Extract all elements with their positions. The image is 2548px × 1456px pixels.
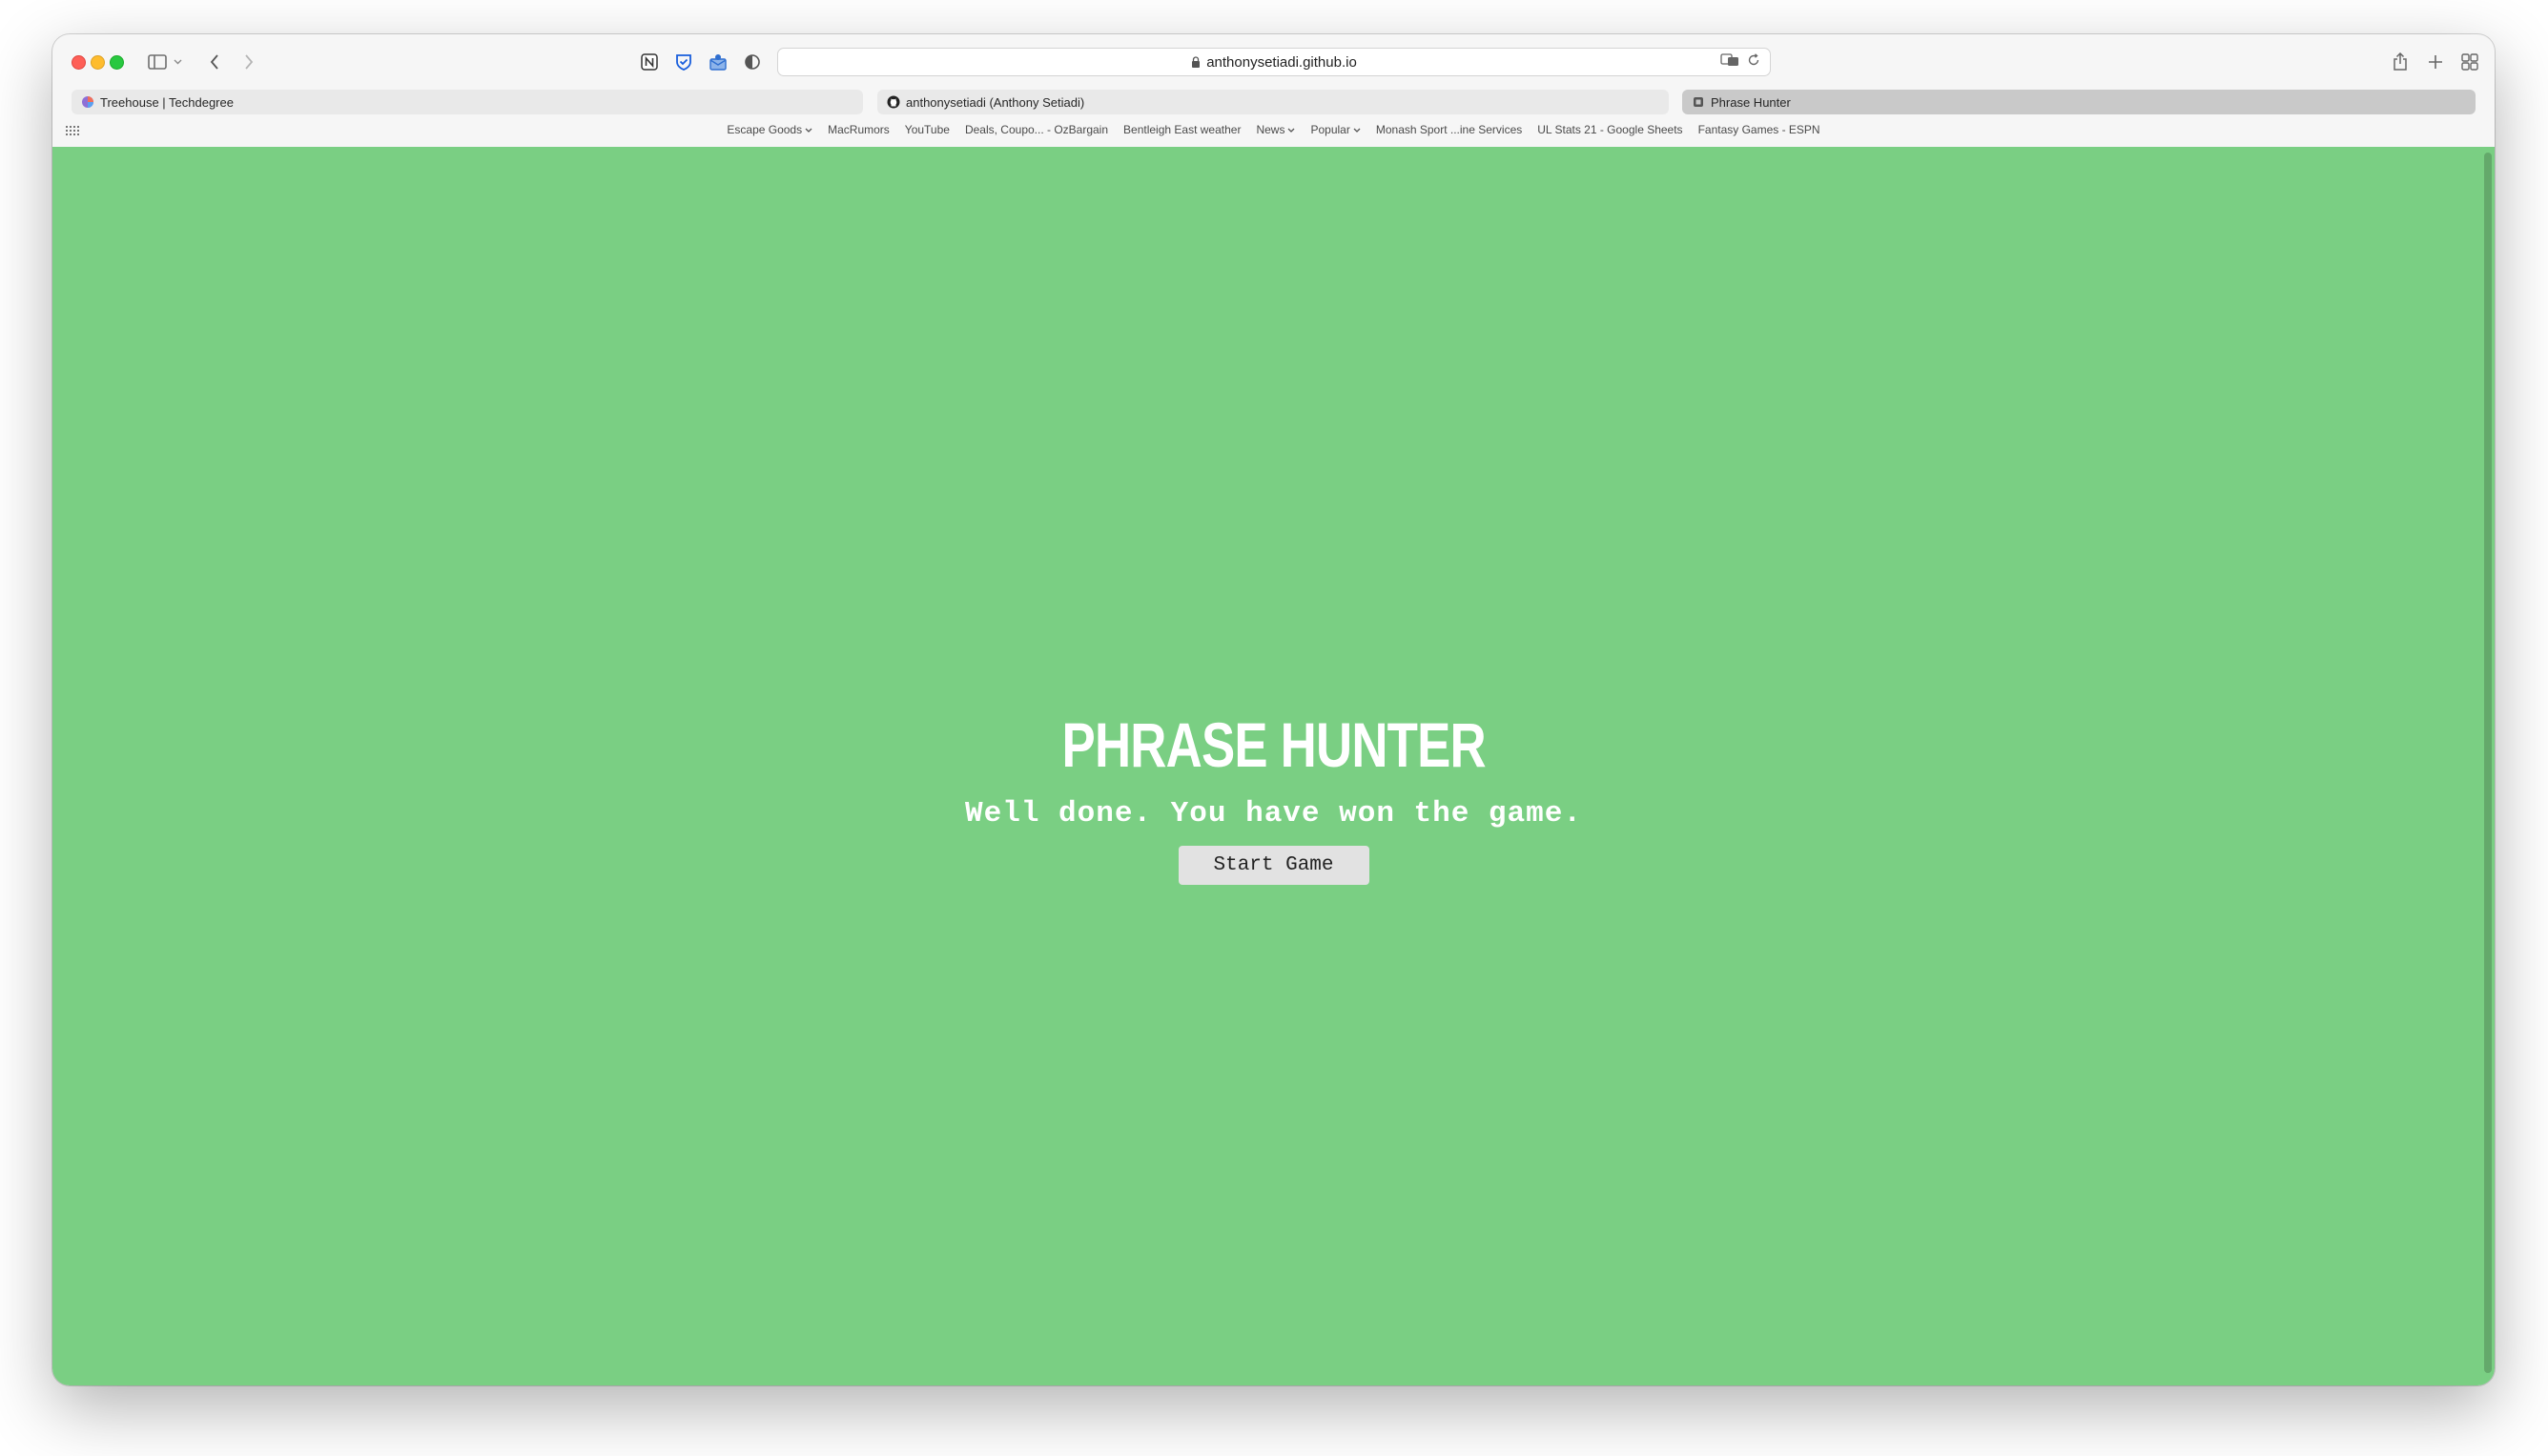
address-bar[interactable]: anthonysetiadi.github.io (777, 48, 1771, 76)
back-icon[interactable] (205, 51, 224, 73)
tab-title: Phrase Hunter (1711, 94, 1791, 110)
favorite-label: News (1256, 123, 1285, 136)
favorite-label: Monash Sport ...ine Services (1375, 123, 1523, 136)
lock-icon (1192, 56, 1201, 68)
favorite-item[interactable]: Bentleigh East weather (1123, 123, 1241, 136)
toolbar: anthonysetiadi.github.io (52, 34, 2495, 87)
close-window-button[interactable] (72, 55, 86, 70)
chevron-down-icon (1287, 123, 1295, 136)
address-url: anthonysetiadi.github.io (1206, 53, 1357, 71)
tab-github[interactable]: anthonysetiadi (Anthony Setiadi) (877, 90, 1669, 114)
favorite-label: YouTube (904, 123, 950, 136)
tab-treehouse[interactable]: Treehouse | Techdegree (72, 90, 863, 114)
favorite-item[interactable]: Escape Goods (727, 123, 812, 136)
favorite-item[interactable]: YouTube (905, 123, 950, 136)
new-tab-icon[interactable] (2424, 51, 2447, 73)
tab-title: anthonysetiadi (Anthony Setiadi) (906, 94, 1085, 110)
tab-title: Treehouse | Techdegree (100, 94, 234, 110)
favorite-label: Escape Goods (727, 123, 803, 136)
github-favicon-icon (887, 95, 900, 109)
favorite-label: Bentleigh East weather (1123, 123, 1242, 136)
forward-icon[interactable] (239, 51, 258, 73)
translate-icon[interactable] (1720, 53, 1739, 71)
favorite-label: MacRumors (828, 123, 890, 136)
share-icon[interactable] (2389, 51, 2412, 73)
tab-phrase-hunter[interactable]: Phrase Hunter (1682, 90, 2476, 114)
favorites-list: Escape Goods MacRumors YouTube Deals, Coupo… (52, 117, 2495, 142)
favorite-label: Fantasy Games - ESPN (1697, 123, 1820, 136)
chevron-down-icon (1353, 123, 1361, 136)
minimize-window-button[interactable] (91, 55, 105, 70)
page-favicon-icon (1692, 95, 1705, 109)
page-content: PHRASE HUNTER Well done. You have won th… (52, 147, 2495, 1385)
favorites-bar: Escape Goods MacRumors YouTube Deals, Coupo… (52, 117, 2495, 142)
maximize-window-button[interactable] (110, 55, 124, 70)
favorite-item[interactable]: News (1256, 123, 1295, 136)
favorite-item[interactable]: Deals, Coupo... - OzBargain (965, 123, 1108, 136)
notion-extension-icon[interactable] (638, 51, 661, 73)
start-game-button[interactable]: Start Game (1178, 846, 1369, 885)
treehouse-favicon-icon (81, 95, 94, 109)
favorite-label: Deals, Coupo... - OzBargain (964, 123, 1109, 136)
favorite-item[interactable]: Fantasy Games - ESPN (1698, 123, 1820, 136)
tab-overview-icon[interactable] (2458, 51, 2481, 73)
browser-window: anthonysetiadi.github.io Treehouse | Tec… (52, 34, 2495, 1385)
game-overlay: PHRASE HUNTER Well done. You have won th… (52, 711, 2495, 885)
game-over-message: Well done. You have won the game. (965, 797, 1582, 831)
chevron-down-icon[interactable] (172, 51, 183, 73)
scrollbar[interactable] (2484, 153, 2492, 1373)
favorite-item[interactable]: Monash Sport ...ine Services (1376, 123, 1522, 136)
privacy-shield-icon[interactable] (741, 51, 764, 73)
favorite-item[interactable]: Popular (1310, 123, 1361, 136)
mail-extension-icon[interactable] (707, 51, 729, 73)
tab-bar: Treehouse | Techdegree anthonysetiadi (A… (52, 87, 2495, 117)
bitwarden-extension-icon[interactable] (672, 51, 695, 73)
chevron-down-icon (805, 123, 812, 136)
favorite-label: UL Stats 21 - Google Sheets (1537, 123, 1683, 136)
favorite-item[interactable]: MacRumors (828, 123, 890, 136)
favorite-label: Popular (1310, 123, 1350, 136)
sidebar-toggle-icon[interactable] (146, 51, 169, 73)
reload-icon[interactable] (1747, 53, 1760, 71)
game-title: PHRASE HUNTER (1061, 709, 1486, 780)
favorite-item[interactable]: UL Stats 21 - Google Sheets (1537, 123, 1682, 136)
